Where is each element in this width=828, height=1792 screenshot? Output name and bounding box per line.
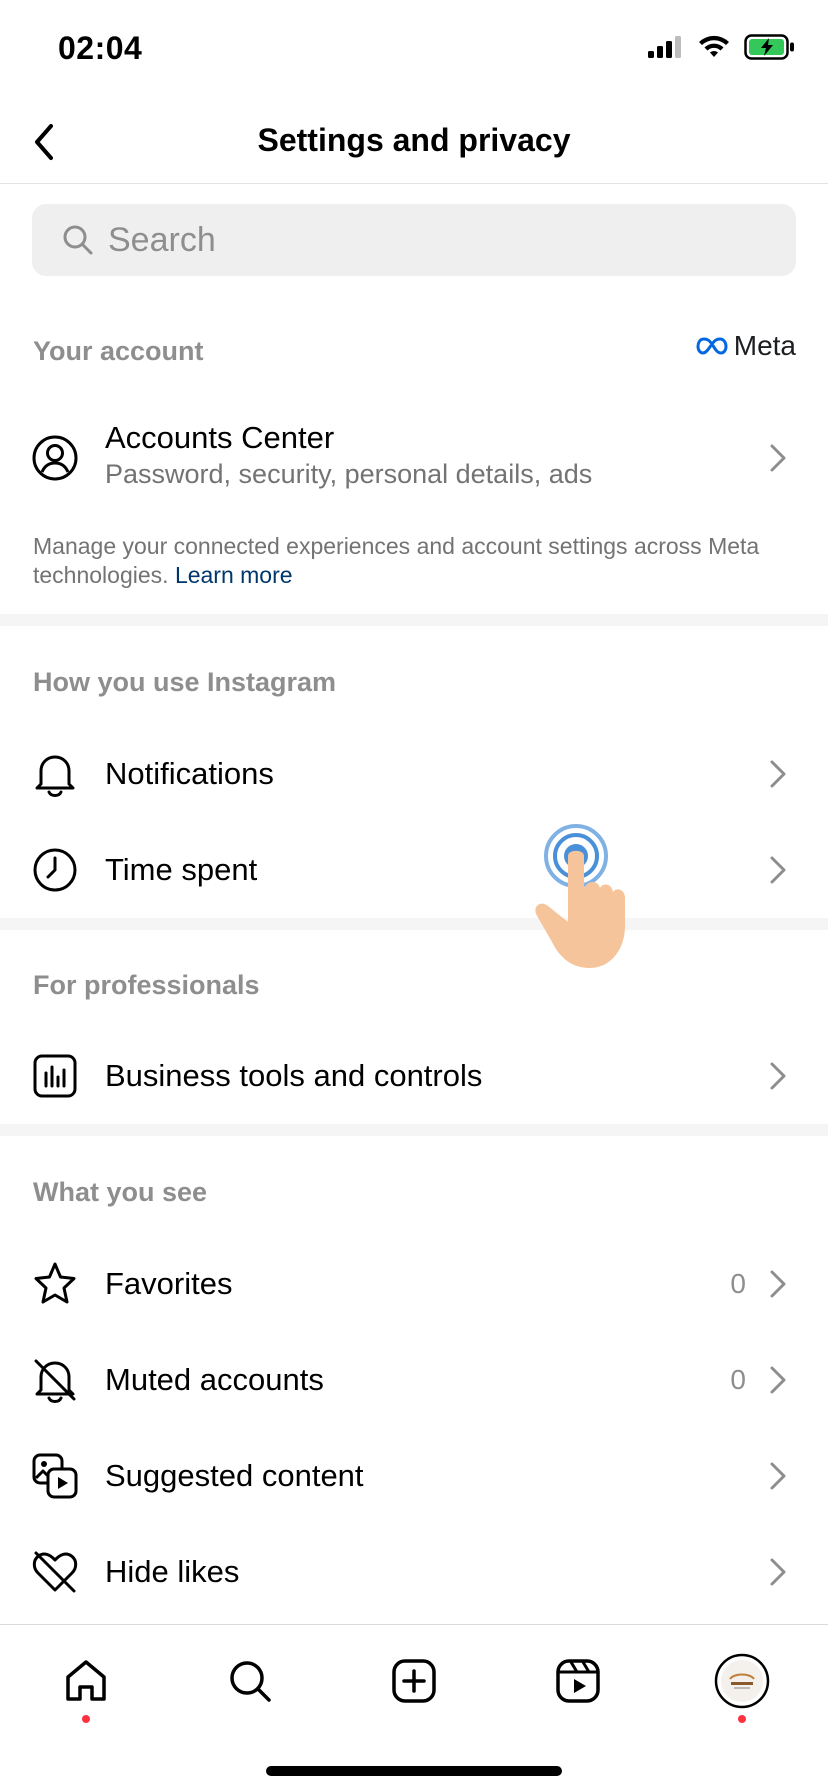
search-input[interactable]: Search	[32, 204, 796, 276]
bell-icon	[30, 749, 80, 799]
description-text: Manage your connected experiences and ac…	[33, 533, 760, 588]
chevron-right-icon	[766, 1459, 790, 1493]
status-bar: 02:04	[0, 0, 828, 100]
chevron-right-icon	[766, 1555, 790, 1589]
section-divider	[0, 1124, 828, 1136]
battery-charging-icon	[744, 34, 794, 60]
learn-more-link[interactable]: Learn more	[175, 562, 293, 588]
accounts-center-description: Manage your connected experiences and ac…	[33, 532, 803, 590]
section-title-how-you-use: How you use Instagram	[33, 667, 337, 697]
settings-row-notifications[interactable]: Notifications	[0, 728, 828, 820]
tab-create[interactable]	[384, 1651, 444, 1711]
signal-icon	[648, 36, 681, 58]
hidden-heart-icon	[30, 1547, 80, 1597]
section-title-your-account: Your account	[33, 336, 204, 366]
row-label: Favorites	[105, 1266, 233, 1301]
profile-avatar	[714, 1653, 770, 1709]
tab-home[interactable]	[56, 1651, 116, 1711]
settings-row-time-spent[interactable]: Time spent	[0, 824, 828, 916]
star-icon	[30, 1259, 80, 1309]
muted-count: 0	[730, 1364, 746, 1395]
chevron-right-icon	[766, 1363, 790, 1397]
account-circle-icon	[30, 433, 80, 483]
nav-header: Settings and privacy	[0, 100, 828, 184]
chevron-right-icon	[766, 1267, 790, 1301]
row-label: Business tools and controls	[105, 1058, 483, 1093]
reels-icon	[556, 1659, 600, 1703]
create-icon	[392, 1659, 436, 1703]
settings-row-muted-accounts[interactable]: Muted accounts 0	[0, 1334, 828, 1426]
accounts-center-title: Accounts Center	[105, 420, 335, 455]
profile-notification-dot	[738, 1715, 746, 1723]
chart-icon	[30, 1051, 80, 1101]
suggested-content-icon	[30, 1451, 80, 1501]
meta-logo-text: Meta	[733, 330, 796, 361]
settings-row-favorites[interactable]: Favorites 0	[0, 1238, 828, 1330]
meta-infinity-icon	[696, 337, 728, 355]
tab-reels[interactable]	[548, 1651, 608, 1711]
home-notification-dot	[82, 1715, 90, 1723]
section-divider	[0, 918, 828, 930]
chevron-right-icon	[766, 441, 790, 475]
chevron-right-icon	[766, 1059, 790, 1093]
section-divider	[0, 614, 828, 626]
muted-bell-icon	[30, 1355, 80, 1405]
meta-logo: Meta	[696, 330, 796, 362]
row-label: Muted accounts	[105, 1362, 324, 1397]
chevron-right-icon	[766, 757, 790, 791]
chevron-right-icon	[766, 853, 790, 887]
section-title-what-you-see: What you see	[33, 1177, 208, 1207]
status-icons	[648, 34, 796, 60]
home-icon	[66, 1660, 106, 1701]
home-indicator	[266, 1766, 562, 1776]
settings-row-business-tools[interactable]: Business tools and controls	[0, 1030, 828, 1122]
status-time: 02:04	[58, 30, 143, 66]
row-label: Suggested content	[105, 1458, 364, 1493]
row-label: Hide likes	[105, 1554, 240, 1589]
search-icon	[63, 225, 93, 255]
clock-icon	[30, 845, 80, 895]
favorites-count: 0	[730, 1268, 746, 1299]
settings-row-hide-likes[interactable]: Hide likes	[0, 1526, 828, 1618]
row-label: Time spent	[105, 852, 258, 887]
section-title-for-professionals: For professionals	[33, 970, 260, 1000]
wifi-icon	[699, 35, 729, 57]
row-label: Notifications	[105, 756, 274, 791]
search-placeholder: Search	[108, 220, 216, 259]
tab-profile[interactable]	[712, 1651, 772, 1711]
settings-row-suggested-content[interactable]: Suggested content	[0, 1430, 828, 1522]
page-title: Settings and privacy	[257, 122, 571, 158]
accounts-center-subtitle: Password, security, personal details, ad…	[105, 459, 593, 489]
tab-search[interactable]	[220, 1651, 280, 1711]
search-icon	[230, 1661, 271, 1702]
